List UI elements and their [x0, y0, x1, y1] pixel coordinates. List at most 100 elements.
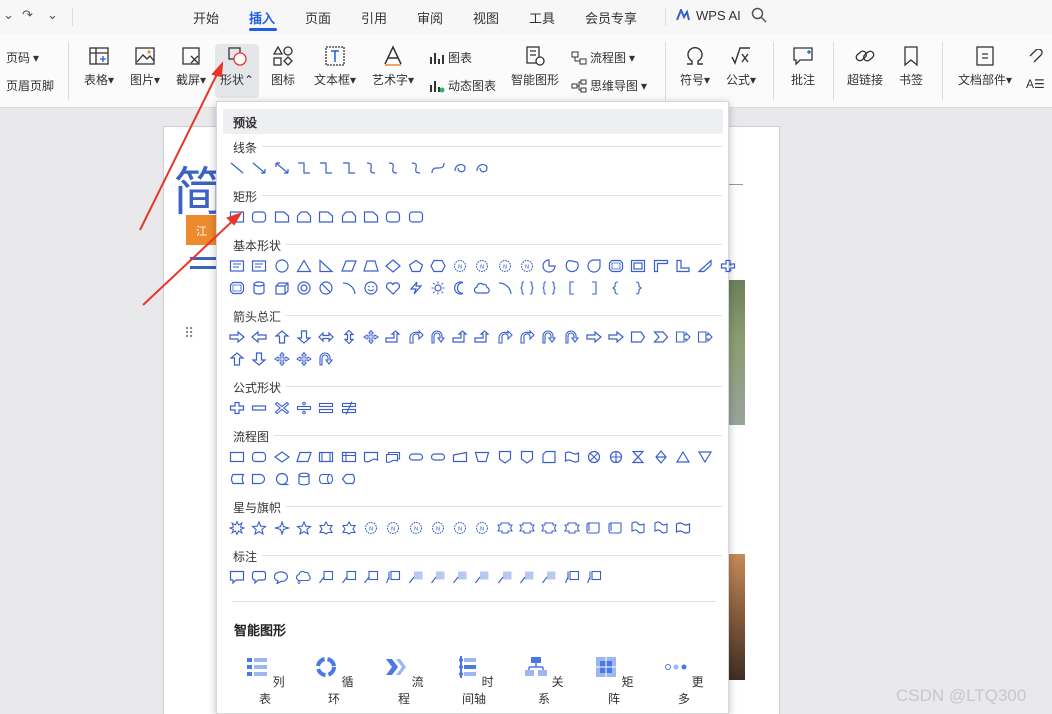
redo-icon[interactable]: ↷ [22, 7, 33, 23]
chart-button[interactable]: 图表 [429, 49, 472, 66]
decision-shape-icon[interactable] [271, 448, 293, 466]
offpage-shape-icon[interactable] [494, 448, 516, 466]
symbol-button[interactable]: 符号▾ [676, 45, 714, 88]
shape-button[interactable]: 形状⌃ [217, 45, 257, 88]
ribbon-shape-icon[interactable] [516, 519, 538, 537]
callr-shape-icon[interactable] [672, 328, 694, 346]
snip2-shape-icon[interactable] [337, 208, 359, 226]
seq-shape-icon[interactable] [271, 470, 293, 488]
clinebar-shape-icon[interactable] [382, 568, 404, 586]
tab-insert[interactable]: 插入 [249, 8, 275, 27]
sort-shape-icon[interactable] [650, 448, 672, 466]
halfframe-shape-icon[interactable] [650, 257, 672, 275]
document-shape-icon[interactable] [360, 448, 382, 466]
uturn-shape-icon[interactable] [560, 328, 582, 346]
bentup-shape-icon[interactable] [471, 328, 493, 346]
curvr-shape-icon[interactable] [494, 328, 516, 346]
tri-shape-icon[interactable] [293, 257, 315, 275]
teardrop-shape-icon[interactable] [583, 257, 605, 275]
snip-shape-icon[interactable] [360, 208, 382, 226]
clinefill-shape-icon[interactable] [449, 568, 471, 586]
arc-shape-icon[interactable] [494, 279, 516, 297]
starn-shape-icon[interactable]: N [404, 519, 426, 537]
merge-shape-icon[interactable] [694, 448, 716, 466]
octag-shape-icon[interactable] [226, 279, 248, 297]
pie-shape-icon[interactable] [538, 257, 560, 275]
manual-shape-icon[interactable] [449, 448, 471, 466]
star6-shape-icon[interactable] [337, 519, 359, 537]
icon-button[interactable]: 图标 [266, 45, 300, 88]
wave-shape-icon[interactable] [672, 519, 694, 537]
tab-page[interactable]: 页面 [305, 8, 331, 27]
curve-shape-icon[interactable] [427, 159, 449, 177]
curvr-shape-icon[interactable] [516, 328, 538, 346]
cline-shape-icon[interactable] [315, 568, 337, 586]
star6-shape-icon[interactable] [315, 519, 337, 537]
text-align-icon[interactable]: A☰ [1026, 77, 1045, 91]
altproc-shape-icon[interactable] [248, 448, 270, 466]
clinefill-shape-icon[interactable] [404, 568, 426, 586]
starn-shape-icon[interactable]: N [471, 519, 493, 537]
starn-shape-icon[interactable]: N [427, 519, 449, 537]
flag-shape-icon[interactable] [650, 519, 672, 537]
ccloud-shape-icon[interactable] [293, 568, 315, 586]
dblarrow-shape-icon[interactable] [271, 159, 293, 177]
smart-cycle-button[interactable]: 循环 [309, 655, 359, 707]
proc-shape-icon[interactable] [226, 448, 248, 466]
crrect-shape-icon[interactable] [248, 568, 270, 586]
moon-shape-icon[interactable] [449, 279, 471, 297]
scurve-shape-icon[interactable] [360, 159, 382, 177]
starn-shape-icon[interactable]: N [449, 257, 471, 275]
starn-shape-icon[interactable]: N [494, 257, 516, 275]
rrect-shape-icon[interactable] [248, 208, 270, 226]
ribbon-shape-icon[interactable] [538, 519, 560, 537]
octag-shape-icon[interactable] [605, 257, 627, 275]
quad-shape-icon[interactable] [293, 350, 315, 368]
card-shape-icon[interactable] [538, 448, 560, 466]
para-shape-icon[interactable] [337, 257, 359, 275]
mindmap-button[interactable]: 思维导图 ▾ [571, 77, 647, 94]
term-shape-icon[interactable] [427, 448, 449, 466]
drag-handle-icon[interactable]: ⠿ [184, 325, 195, 342]
coval-shape-icon[interactable] [271, 568, 293, 586]
rrect-shape-icon[interactable] [404, 208, 426, 226]
term-shape-icon[interactable] [404, 448, 426, 466]
hyperlink-button[interactable]: 超链接 [845, 45, 885, 88]
elbow-shape-icon[interactable] [293, 159, 315, 177]
rbrace-shape-icon[interactable] [627, 279, 649, 297]
delay-shape-icon[interactable] [248, 470, 270, 488]
bracket-shape-icon[interactable] [516, 279, 538, 297]
elbow-shape-icon[interactable] [315, 159, 337, 177]
scurve-shape-icon[interactable] [404, 159, 426, 177]
starn-shape-icon[interactable]: N [516, 257, 538, 275]
search-icon[interactable] [751, 7, 767, 26]
picture-button[interactable]: 图片▾ [126, 45, 164, 88]
lrarrow-shape-icon[interactable] [315, 328, 337, 346]
bentup-shape-icon[interactable] [382, 328, 404, 346]
scroll-shape-icon[interactable] [605, 519, 627, 537]
rtri-shape-icon[interactable] [315, 257, 337, 275]
plus-shape-icon[interactable] [226, 399, 248, 417]
hex-shape-icon[interactable] [427, 257, 449, 275]
attachment-icon[interactable] [1027, 49, 1045, 63]
doc-parts-button[interactable]: 文档部件▾ [954, 45, 1016, 88]
elbow-shape-icon[interactable] [337, 159, 359, 177]
uturn-shape-icon[interactable] [427, 328, 449, 346]
clinefill-shape-icon[interactable] [538, 568, 560, 586]
donut-shape-icon[interactable] [293, 279, 315, 297]
trap-shape-icon[interactable] [360, 257, 382, 275]
smart-timeline-button[interactable]: 时间轴 [449, 655, 499, 707]
lshape-shape-icon[interactable] [672, 257, 694, 275]
starn-shape-icon[interactable]: N [449, 519, 471, 537]
smart-more-button[interactable]: 更多 [659, 655, 709, 707]
tab-references[interactable]: 引用 [361, 8, 387, 27]
smart-process-button[interactable]: 流程 [379, 655, 429, 707]
textbox-button[interactable]: 文本框▾ [311, 45, 359, 88]
tab-view[interactable]: 视图 [473, 8, 499, 27]
chevron-shape-icon[interactable] [650, 328, 672, 346]
bookmark-button[interactable]: 书签 [894, 45, 928, 88]
smile-shape-icon[interactable] [360, 279, 382, 297]
cline-shape-icon[interactable] [337, 568, 359, 586]
rarrow-shape-icon[interactable] [583, 328, 605, 346]
clinefill-shape-icon[interactable] [471, 568, 493, 586]
